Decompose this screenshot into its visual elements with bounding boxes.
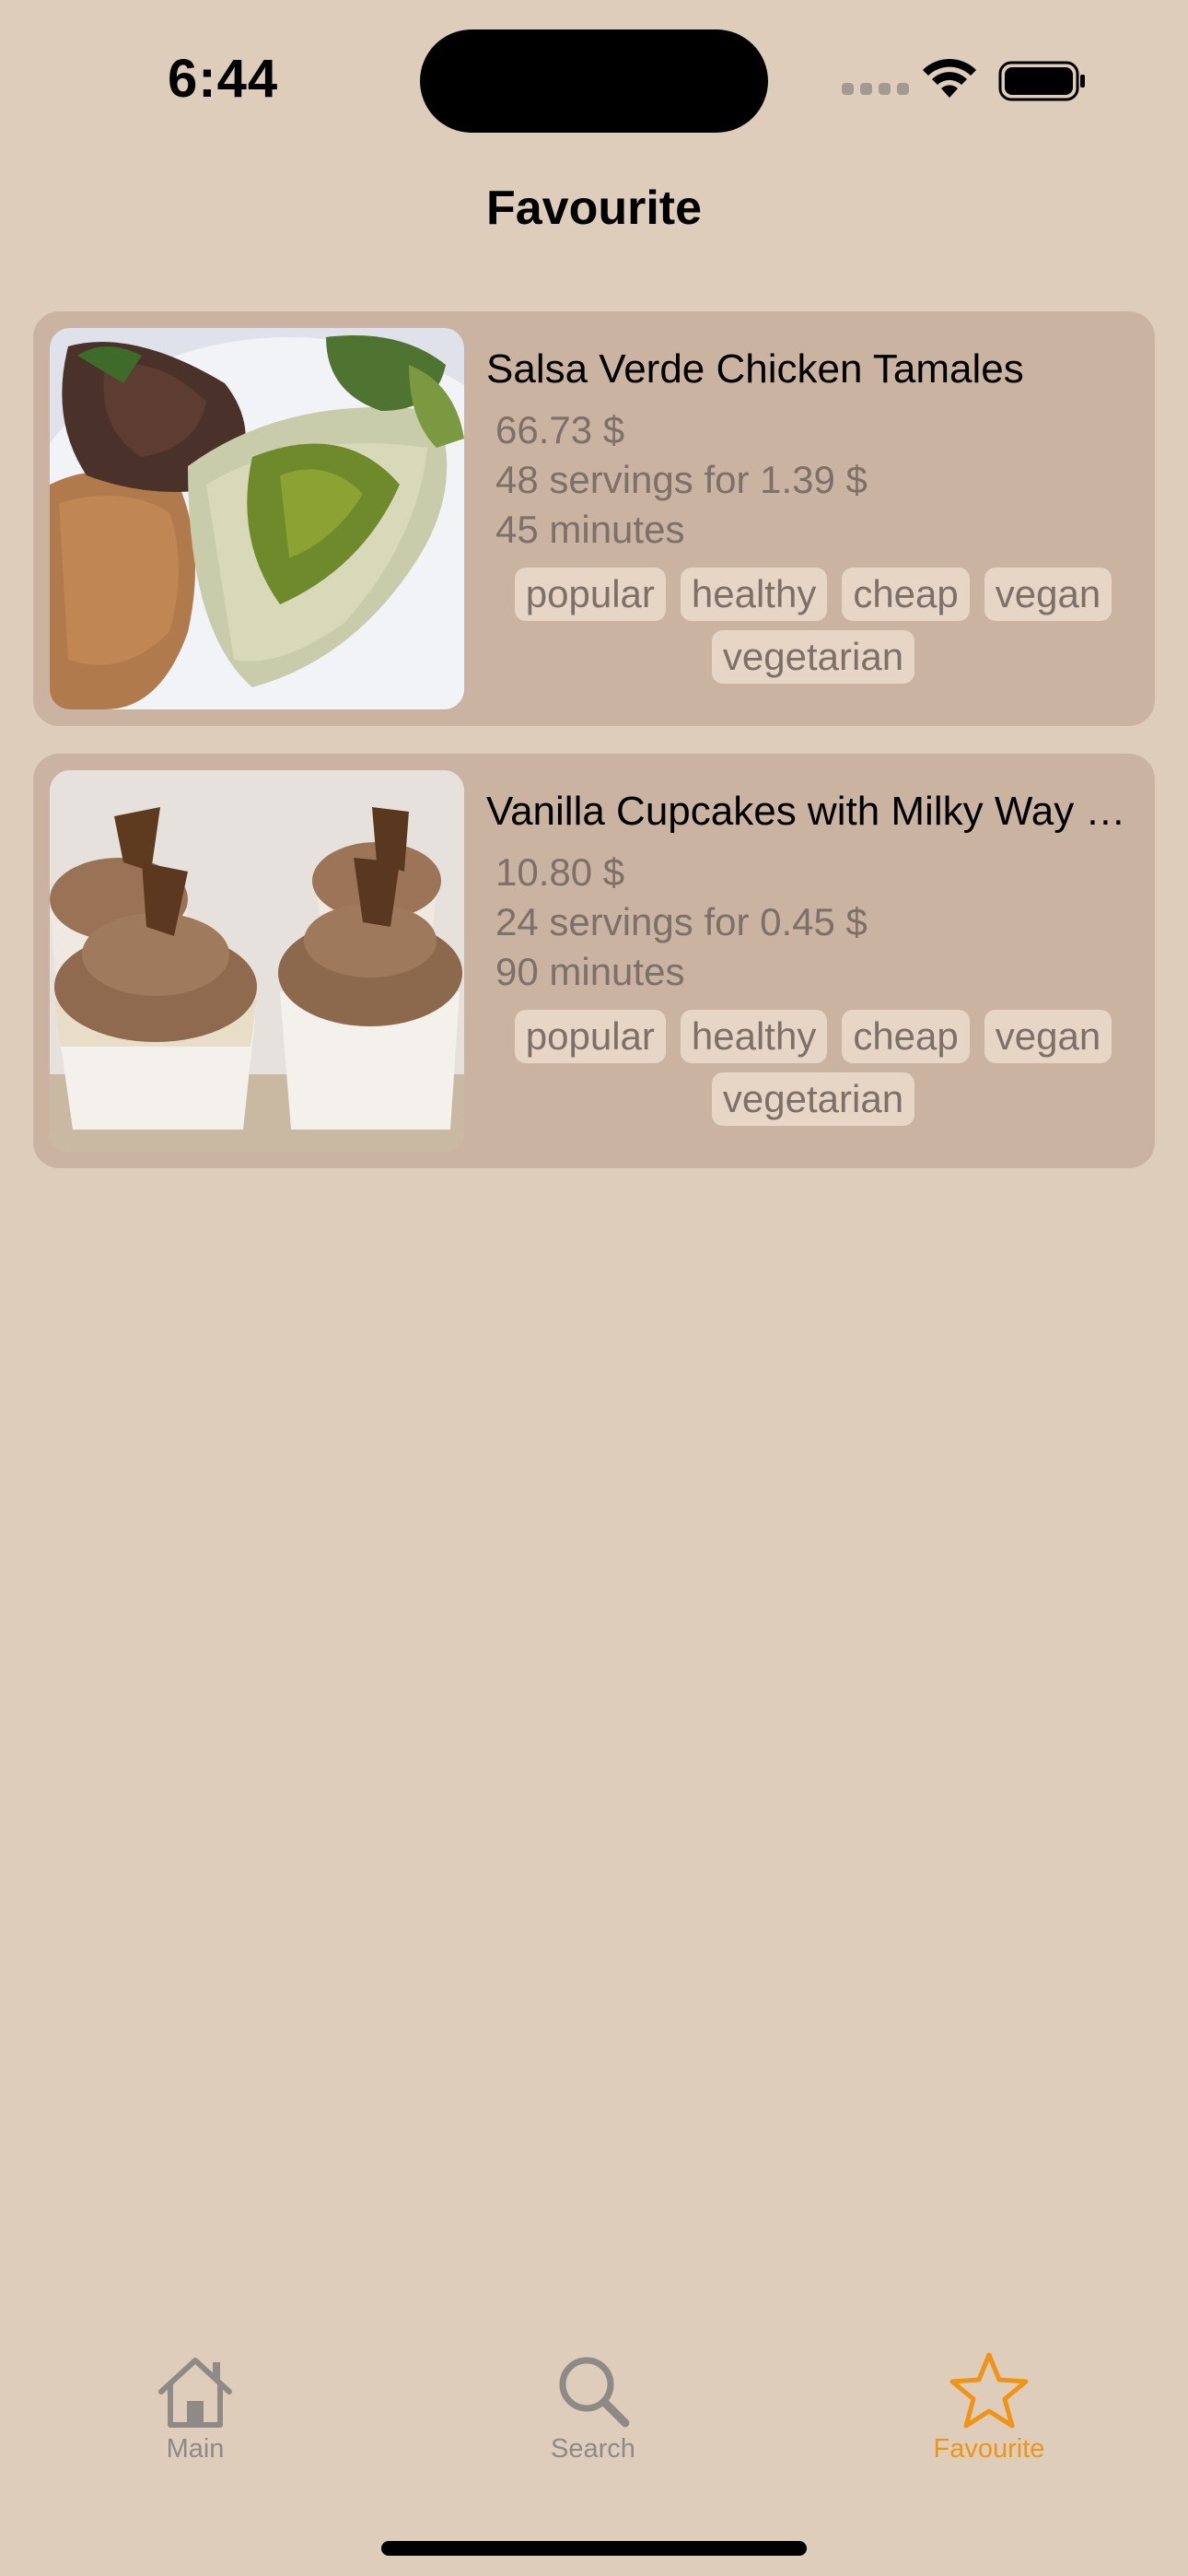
recipe-tags: popular healthy cheap vegan vegetarian xyxy=(486,568,1140,684)
recipe-title: Vanilla Cupcakes with Milky Way Frosting xyxy=(486,789,1140,834)
cellular-signal-icon xyxy=(842,83,909,95)
star-icon xyxy=(949,2352,1029,2429)
recipe-time: 90 minutes xyxy=(495,950,685,993)
recipe-image-cupcakes xyxy=(50,770,464,1152)
tab-bar: Main Search Favourite xyxy=(0,2349,1188,2488)
tag-healthy: healthy xyxy=(680,568,828,621)
recipe-card[interactable]: Vanilla Cupcakes with Milky Way Frosting… xyxy=(33,754,1155,1168)
tab-main-label: Main xyxy=(166,2434,225,2464)
recipe-price: 66.73 $ xyxy=(495,408,625,451)
battery-icon xyxy=(998,61,1085,101)
tag-vegetarian: vegetarian xyxy=(711,1072,915,1126)
tab-main[interactable]: Main xyxy=(103,2349,287,2465)
favourite-screen: 6:44 Favourite Salsa Verde Chicken Tamal… xyxy=(0,0,1188,2576)
dynamic-island xyxy=(420,29,768,133)
recipe-title: Salsa Verde Chicken Tamales xyxy=(486,346,1024,392)
recipe-image-tamales xyxy=(50,328,464,709)
tab-favourite-label: Favourite xyxy=(933,2434,1045,2464)
house-icon xyxy=(158,2358,232,2428)
tag-cheap: cheap xyxy=(842,1010,970,1063)
tag-popular: popular xyxy=(514,568,666,621)
wifi-icon xyxy=(923,58,976,98)
recipe-info: Vanilla Cupcakes with Milky Way Frosting… xyxy=(486,781,1140,1126)
page-title: Favourite xyxy=(485,181,703,235)
home-indicator[interactable] xyxy=(381,2541,807,2556)
tab-search[interactable]: Search xyxy=(501,2349,685,2465)
tag-popular: popular xyxy=(514,1010,666,1063)
tag-vegan: vegan xyxy=(984,568,1112,621)
tag-vegetarian: vegetarian xyxy=(711,630,915,684)
recipe-time: 45 minutes xyxy=(495,508,685,551)
status-time: 6:44 xyxy=(168,49,279,109)
tab-favourite[interactable]: Favourite xyxy=(897,2349,1081,2465)
tag-cheap: cheap xyxy=(842,568,970,621)
recipe-card[interactable]: Salsa Verde Chicken Tamales 66.73 $ 48 s… xyxy=(33,311,1155,726)
tab-search-label: Search xyxy=(551,2434,635,2464)
recipe-tags: popular healthy cheap vegan vegetarian xyxy=(486,1010,1140,1126)
tag-healthy: healthy xyxy=(680,1010,828,1063)
tag-vegan: vegan xyxy=(984,1010,1112,1063)
recipe-price: 10.80 $ xyxy=(495,850,625,894)
recipe-info: Salsa Verde Chicken Tamales 66.73 $ 48 s… xyxy=(486,339,1140,684)
magnifier-icon xyxy=(559,2357,630,2428)
recipe-servings: 48 servings for 1.39 $ xyxy=(495,458,868,501)
recipe-servings: 24 servings for 0.45 $ xyxy=(495,900,868,943)
